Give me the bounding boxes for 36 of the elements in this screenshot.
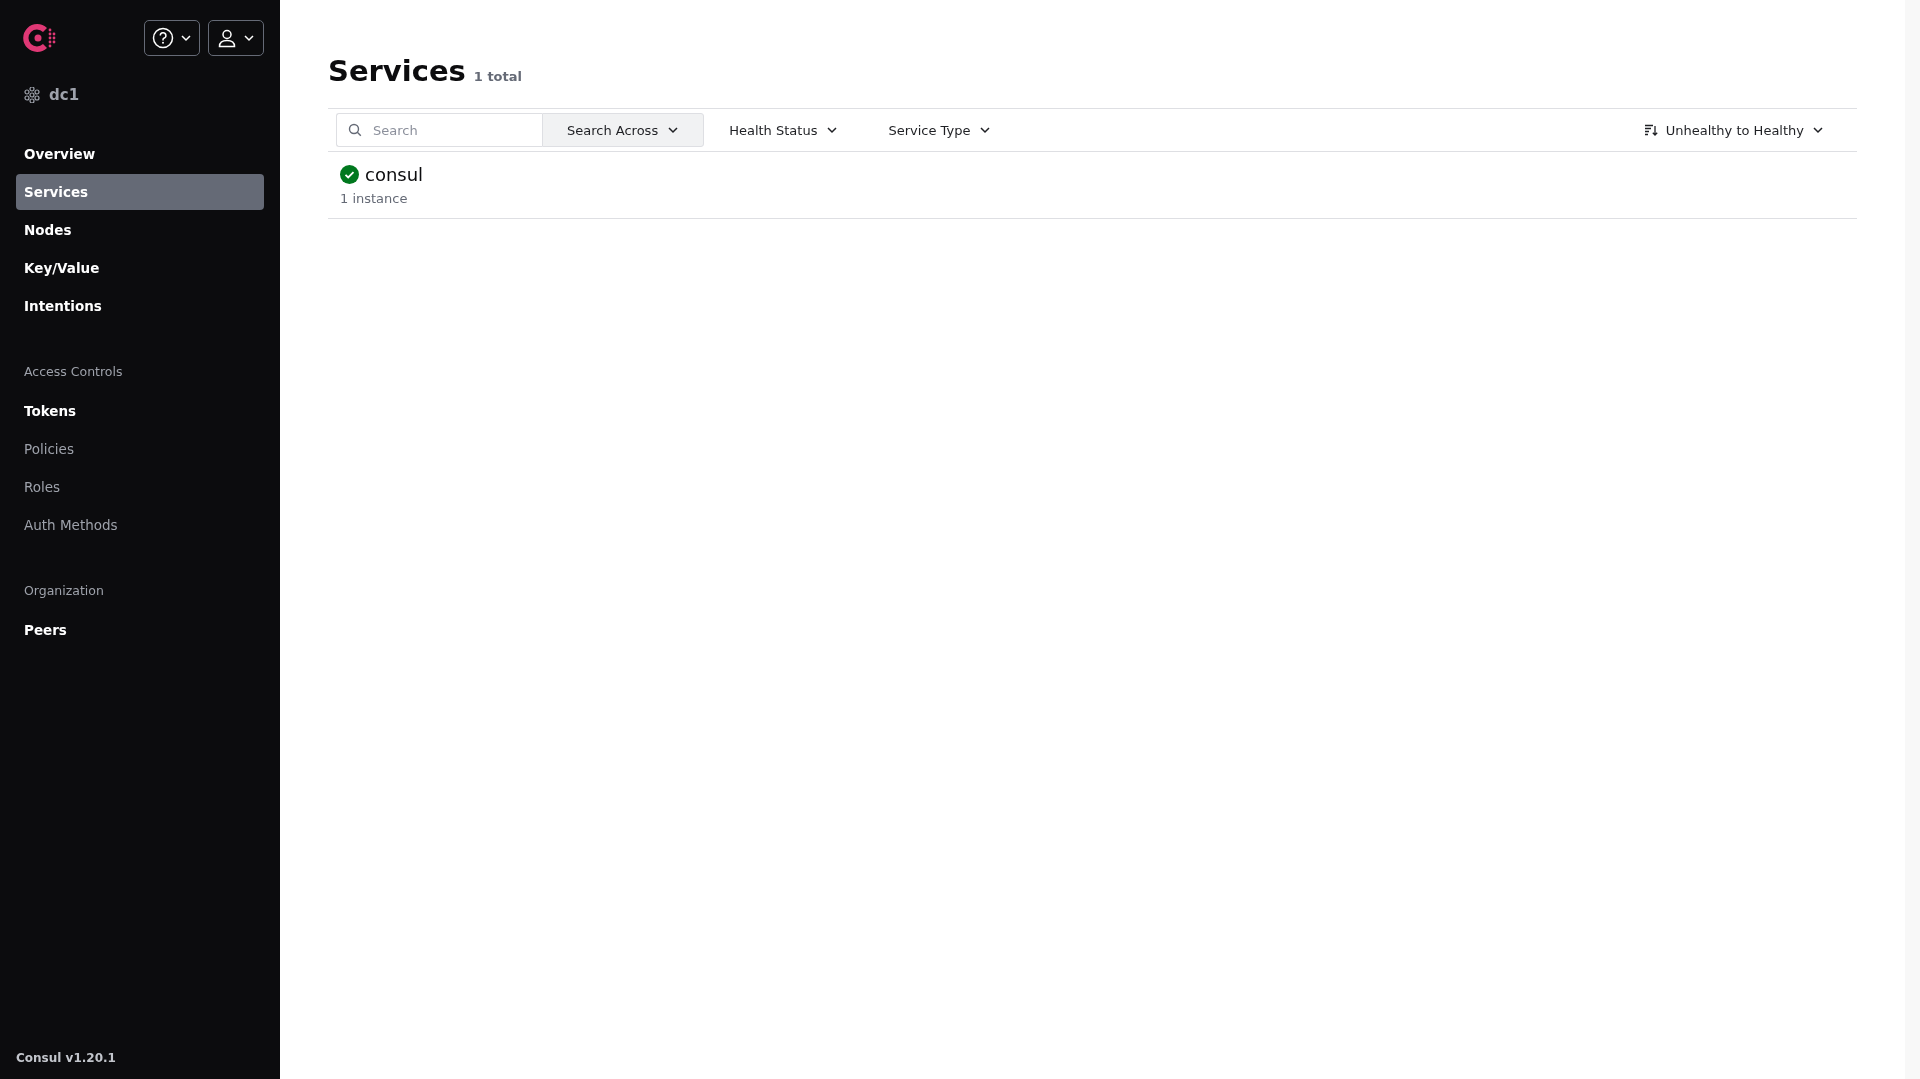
user-icon xyxy=(217,28,237,48)
version-label: Consul v1.20.1 xyxy=(16,1051,117,1065)
nav-item[interactable]: Peers xyxy=(16,612,264,648)
chevron-down-icon xyxy=(1812,124,1824,136)
service-name-link[interactable]: consul xyxy=(365,164,424,185)
nav-item[interactable]: Intentions xyxy=(16,288,264,324)
search-field[interactable]: Search xyxy=(336,113,542,147)
nav-section-heading: Access Controls xyxy=(23,363,124,381)
nav-item[interactable]: Policies xyxy=(16,431,264,467)
search-icon xyxy=(348,123,362,137)
nav-item[interactable]: Tokens xyxy=(16,393,264,429)
nav-item[interactable]: Services xyxy=(16,174,264,210)
filter-dropdown[interactable]: Health Status xyxy=(704,113,864,147)
nav-item[interactable]: Overview xyxy=(16,136,264,172)
nav-item[interactable]: Roles xyxy=(16,469,264,505)
chevron-down-icon xyxy=(826,124,839,136)
nav-item[interactable]: Key/Value xyxy=(16,250,264,286)
cluster-icon xyxy=(24,87,40,103)
help-icon xyxy=(152,27,174,49)
user-menu-button[interactable] xyxy=(208,20,264,56)
nav-item[interactable]: Auth Methods xyxy=(16,507,264,543)
datacenter-label: dc1 xyxy=(49,86,80,104)
chevron-down-icon xyxy=(667,124,680,136)
chevron-down-icon xyxy=(180,32,192,44)
nav-section-heading: Organization xyxy=(23,582,105,600)
help-menu-button[interactable] xyxy=(144,20,200,56)
page-title: Services xyxy=(328,54,466,88)
sort-icon xyxy=(1643,123,1658,137)
filter-dropdown[interactable]: Service Type xyxy=(863,113,1017,147)
filter-dropdown[interactable]: Search Across xyxy=(542,113,705,147)
total-count: 1 total xyxy=(473,69,522,84)
nav-item[interactable]: Nodes xyxy=(16,212,264,248)
chevron-down-icon xyxy=(243,32,255,44)
chevron-down-icon xyxy=(979,124,992,136)
instance-count: 1 instance xyxy=(340,191,409,206)
sort-dropdown[interactable]: Unhealthy to Healthy xyxy=(1618,113,1849,147)
